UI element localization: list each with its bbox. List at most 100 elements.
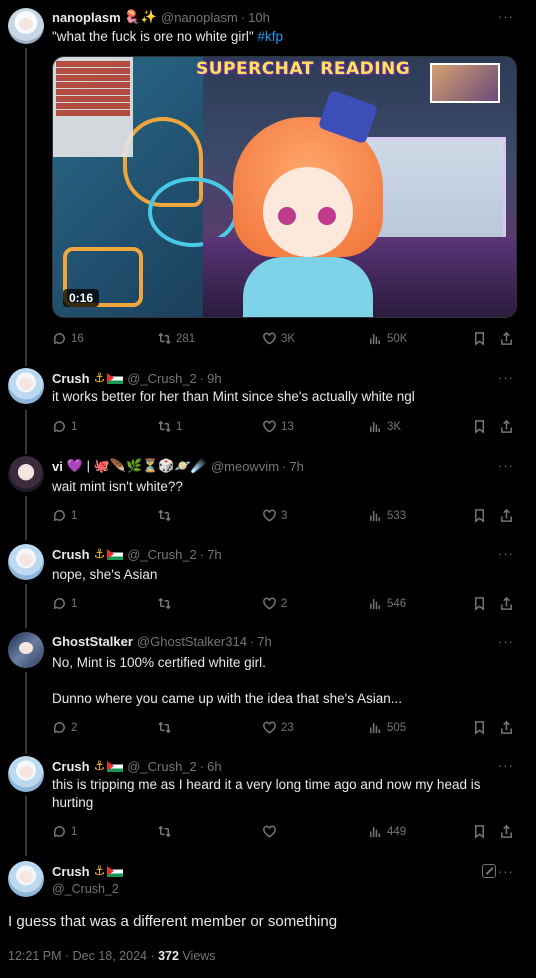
views-icon xyxy=(370,510,380,522)
stream-thumbnail xyxy=(430,63,500,103)
separator: · xyxy=(240,9,246,25)
tweet[interactable]: nanoplasm 🪼✨ @nanoplasm · 10h ··· "what … xyxy=(0,0,536,358)
like-count: 2 xyxy=(281,597,288,610)
share-button[interactable] xyxy=(499,596,514,611)
views-button[interactable]: 449 xyxy=(368,824,406,839)
avatar[interactable] xyxy=(8,632,44,668)
reply-count: 16 xyxy=(71,332,84,345)
like-button[interactable]: 3K xyxy=(262,331,295,346)
display-name[interactable]: Crush xyxy=(52,759,90,774)
avatar[interactable] xyxy=(8,544,44,580)
repost-icon xyxy=(158,332,171,345)
bookmark-icon xyxy=(475,332,484,346)
views-label: Views xyxy=(178,949,216,963)
tweet-text: it works better for her than Mint since … xyxy=(52,389,415,404)
more-icon[interactable]: ··· xyxy=(498,9,514,24)
reply-button[interactable]: 1 xyxy=(52,419,77,434)
video-banner-text: SUPERCHAT READING xyxy=(196,59,411,79)
anchor-emoji-icon: ⚓ xyxy=(93,863,106,878)
repost-button[interactable]: 281 xyxy=(157,331,195,346)
handle[interactable]: @meowvim xyxy=(211,459,279,474)
more-icon[interactable]: ··· xyxy=(498,758,514,773)
tweet-text: nope, she's Asian xyxy=(52,567,158,582)
bookmark-button[interactable] xyxy=(472,720,487,735)
display-name[interactable]: Crush xyxy=(52,547,90,562)
share-button[interactable] xyxy=(499,419,514,434)
bookmark-button[interactable] xyxy=(472,596,487,611)
bookmark-button[interactable] xyxy=(472,331,487,346)
tweet[interactable]: vi 💜 | 🐙🪶🌿⏳🎲🪐☄️ @meowvim · 7h ··· wait m… xyxy=(0,448,536,534)
repost-icon xyxy=(158,597,171,610)
views-button[interactable]: 533 xyxy=(368,508,406,523)
views-button[interactable]: 505 xyxy=(368,720,406,735)
handle[interactable]: @_Crush_2 xyxy=(127,759,197,774)
timestamp[interactable]: 7h xyxy=(207,547,221,562)
tweet[interactable]: GhostStalker @GhostStalker314 · 7h ··· N… xyxy=(0,624,536,748)
handle[interactable]: @GhostStalker314 xyxy=(137,634,247,649)
tweet-metadata: 12:21 PM · Dec 18, 2024 · 372 Views xyxy=(8,949,216,963)
avatar[interactable] xyxy=(8,456,44,492)
avatar[interactable] xyxy=(8,756,44,792)
more-icon[interactable]: ··· xyxy=(498,370,514,385)
more-icon[interactable]: ··· xyxy=(498,458,514,473)
like-button[interactable] xyxy=(262,824,281,839)
like-count: 23 xyxy=(281,721,294,734)
reply-button[interactable]: 1 xyxy=(52,508,77,523)
display-name[interactable]: nanoplasm xyxy=(52,10,121,25)
repost-button[interactable] xyxy=(157,596,176,611)
post-timestamp[interactable]: 12:21 PM · Dec 18, 2024 · xyxy=(8,949,158,963)
avatar[interactable] xyxy=(8,861,44,897)
share-icon xyxy=(501,720,512,734)
repost-count: 1 xyxy=(176,420,183,433)
views-button[interactable]: 546 xyxy=(368,596,406,611)
reply-button[interactable]: 16 xyxy=(52,331,84,346)
reply-button[interactable]: 1 xyxy=(52,596,77,611)
more-icon[interactable]: ··· xyxy=(498,634,514,649)
avatar[interactable] xyxy=(8,368,44,404)
bookmark-button[interactable] xyxy=(472,508,487,523)
avatar[interactable] xyxy=(8,8,44,44)
share-button[interactable] xyxy=(499,720,514,735)
repost-button[interactable] xyxy=(157,720,176,735)
tweet-text-line: this is tripping me as I heard it a very… xyxy=(52,777,481,792)
video-player[interactable]: SUPERCHAT READING 0:16 xyxy=(52,56,517,318)
bookmark-button[interactable] xyxy=(472,824,487,839)
like-button[interactable]: 3 xyxy=(262,508,287,523)
like-button[interactable]: 13 xyxy=(262,419,294,434)
tweet[interactable]: Crush ⚓ @_Crush_2 · 6h ··· this is tripp… xyxy=(0,748,536,852)
repost-button[interactable] xyxy=(157,824,176,839)
share-button[interactable] xyxy=(499,331,514,346)
repost-button[interactable] xyxy=(157,508,176,523)
handle[interactable]: @_Crush_2 xyxy=(127,547,197,562)
bookmark-button[interactable] xyxy=(472,419,487,434)
views-button[interactable]: 50K xyxy=(368,331,407,346)
share-button[interactable] xyxy=(499,508,514,523)
handle[interactable]: @nanoplasm xyxy=(161,10,238,25)
timestamp[interactable]: 7h xyxy=(289,459,303,474)
main-tweet-text: I guess that was a different member or s… xyxy=(8,913,338,930)
handle[interactable]: @_Crush_2 xyxy=(52,882,119,896)
share-button[interactable] xyxy=(499,824,514,839)
display-name[interactable]: GhostStalker xyxy=(52,634,133,649)
timestamp[interactable]: 6h xyxy=(207,759,221,774)
display-name[interactable]: vi xyxy=(52,459,63,474)
like-button[interactable]: 2 xyxy=(262,596,287,611)
tweet[interactable]: Crush ⚓ @_Crush_2 · 9h ··· it works bett… xyxy=(0,360,536,446)
handle[interactable]: @_Crush_2 xyxy=(127,371,197,386)
timestamp[interactable]: 10h xyxy=(248,10,270,25)
grok-icon[interactable] xyxy=(482,864,496,878)
like-button[interactable]: 23 xyxy=(262,720,294,735)
timestamp[interactable]: 9h xyxy=(207,371,221,386)
timestamp[interactable]: 7h xyxy=(257,634,271,649)
repost-button[interactable]: 1 xyxy=(157,419,182,434)
hashtag-link[interactable]: #kfp xyxy=(257,29,283,44)
display-name[interactable]: Crush xyxy=(52,371,90,386)
tweet-text: "what the fuck is ore no white girl" #kf… xyxy=(52,28,522,46)
more-icon[interactable]: ··· xyxy=(498,864,514,879)
reply-button[interactable]: 1 xyxy=(52,824,77,839)
tweet[interactable]: Crush ⚓ @_Crush_2 · 7h ··· nope, she's A… xyxy=(0,536,536,622)
more-icon[interactable]: ··· xyxy=(498,546,514,561)
views-button[interactable]: 3K xyxy=(368,419,401,434)
reply-button[interactable]: 2 xyxy=(52,720,77,735)
display-name[interactable]: Crush xyxy=(52,864,90,879)
